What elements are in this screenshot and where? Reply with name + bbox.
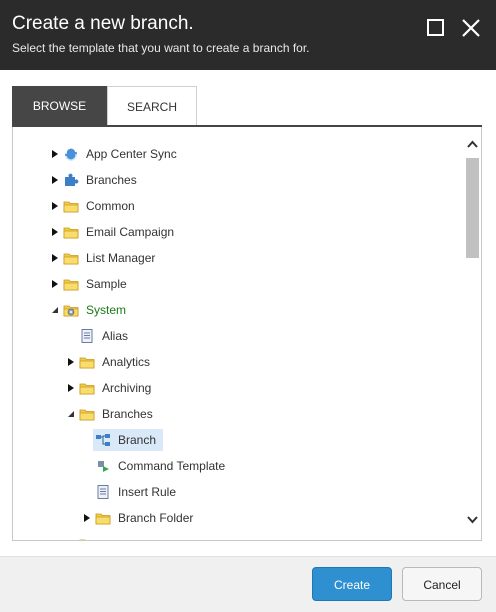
tree-item-label: Email Campaign xyxy=(86,225,175,239)
template-tree: App Center Sync Branches Common Email Ca… xyxy=(12,127,482,541)
tree-item-label: Archiving xyxy=(102,381,152,395)
expand-arrow-icon[interactable] xyxy=(81,512,93,524)
command-icon xyxy=(98,461,109,472)
document-icon xyxy=(81,329,93,343)
tree-item-label: Branches xyxy=(86,173,137,187)
close-icon xyxy=(462,19,480,37)
tree-item-label: System xyxy=(86,303,127,317)
folder-icon xyxy=(79,357,95,369)
tree-item-label: Common xyxy=(86,199,135,213)
dialog-title: Create a new branch. xyxy=(12,13,194,34)
expand-arrow-icon[interactable] xyxy=(65,356,77,368)
folder-icon xyxy=(63,227,79,239)
tree-item-label: Command Template xyxy=(118,459,226,473)
expand-arrow-icon[interactable] xyxy=(65,538,77,541)
dialog-header: Create a new branch. Select the template… xyxy=(0,0,496,70)
scroll-thumb[interactable] xyxy=(466,158,479,258)
scroll-down-button[interactable] xyxy=(464,511,481,528)
tab-browse[interactable]: BROWSE xyxy=(12,86,107,126)
maximize-icon xyxy=(427,19,444,36)
sync-globe-icon xyxy=(65,147,77,161)
collapse-arrow-icon[interactable] xyxy=(65,408,77,420)
cancel-button[interactable]: Cancel xyxy=(402,567,482,601)
tree-scrollbar[interactable] xyxy=(464,136,481,534)
folder-icon xyxy=(95,513,111,525)
expand-arrow-icon[interactable] xyxy=(49,252,61,264)
chevron-up-icon xyxy=(467,140,478,148)
folder-icon xyxy=(63,201,79,213)
tree-item-label: Branch xyxy=(118,433,157,447)
folder-icon xyxy=(79,409,95,421)
document-icon xyxy=(97,485,109,499)
puzzle-icon xyxy=(65,173,79,186)
tree-item-label: Insert Rule xyxy=(118,485,177,499)
expand-arrow-icon[interactable] xyxy=(49,278,61,290)
scroll-up-button[interactable] xyxy=(464,136,481,153)
expand-arrow-icon[interactable] xyxy=(49,226,61,238)
expand-arrow-icon[interactable] xyxy=(49,148,61,160)
tree-item-label: Branches xyxy=(102,407,153,421)
collapse-arrow-icon[interactable] xyxy=(49,304,61,316)
chevron-down-icon xyxy=(467,516,478,524)
folder-gear-icon xyxy=(63,305,79,317)
expand-arrow-icon[interactable] xyxy=(49,174,61,186)
folder-icon xyxy=(63,253,79,265)
tree-item-label: Analytics xyxy=(102,355,151,369)
dialog-subtitle: Select the template that you want to cre… xyxy=(12,41,310,55)
create-button[interactable]: Create xyxy=(312,567,392,601)
tree-item-label: List Manager xyxy=(86,251,156,265)
folder-icon xyxy=(79,383,95,395)
branch-icon xyxy=(96,434,110,446)
folder-icon xyxy=(63,279,79,291)
folder-icon xyxy=(79,539,86,540)
tab-search[interactable]: SEARCH xyxy=(107,86,197,126)
tree-item-label: App Center Sync xyxy=(86,147,177,161)
tree-item-label: Sample xyxy=(86,277,127,291)
maximize-button[interactable] xyxy=(424,16,448,40)
close-button[interactable] xyxy=(459,16,483,40)
dialog-footer: Create Cancel xyxy=(0,556,496,612)
tree-item-label: Branch Folder xyxy=(118,511,194,525)
expand-arrow-icon[interactable] xyxy=(49,200,61,212)
tree-item-label: Alias xyxy=(102,329,129,343)
expand-arrow-icon[interactable] xyxy=(65,382,77,394)
